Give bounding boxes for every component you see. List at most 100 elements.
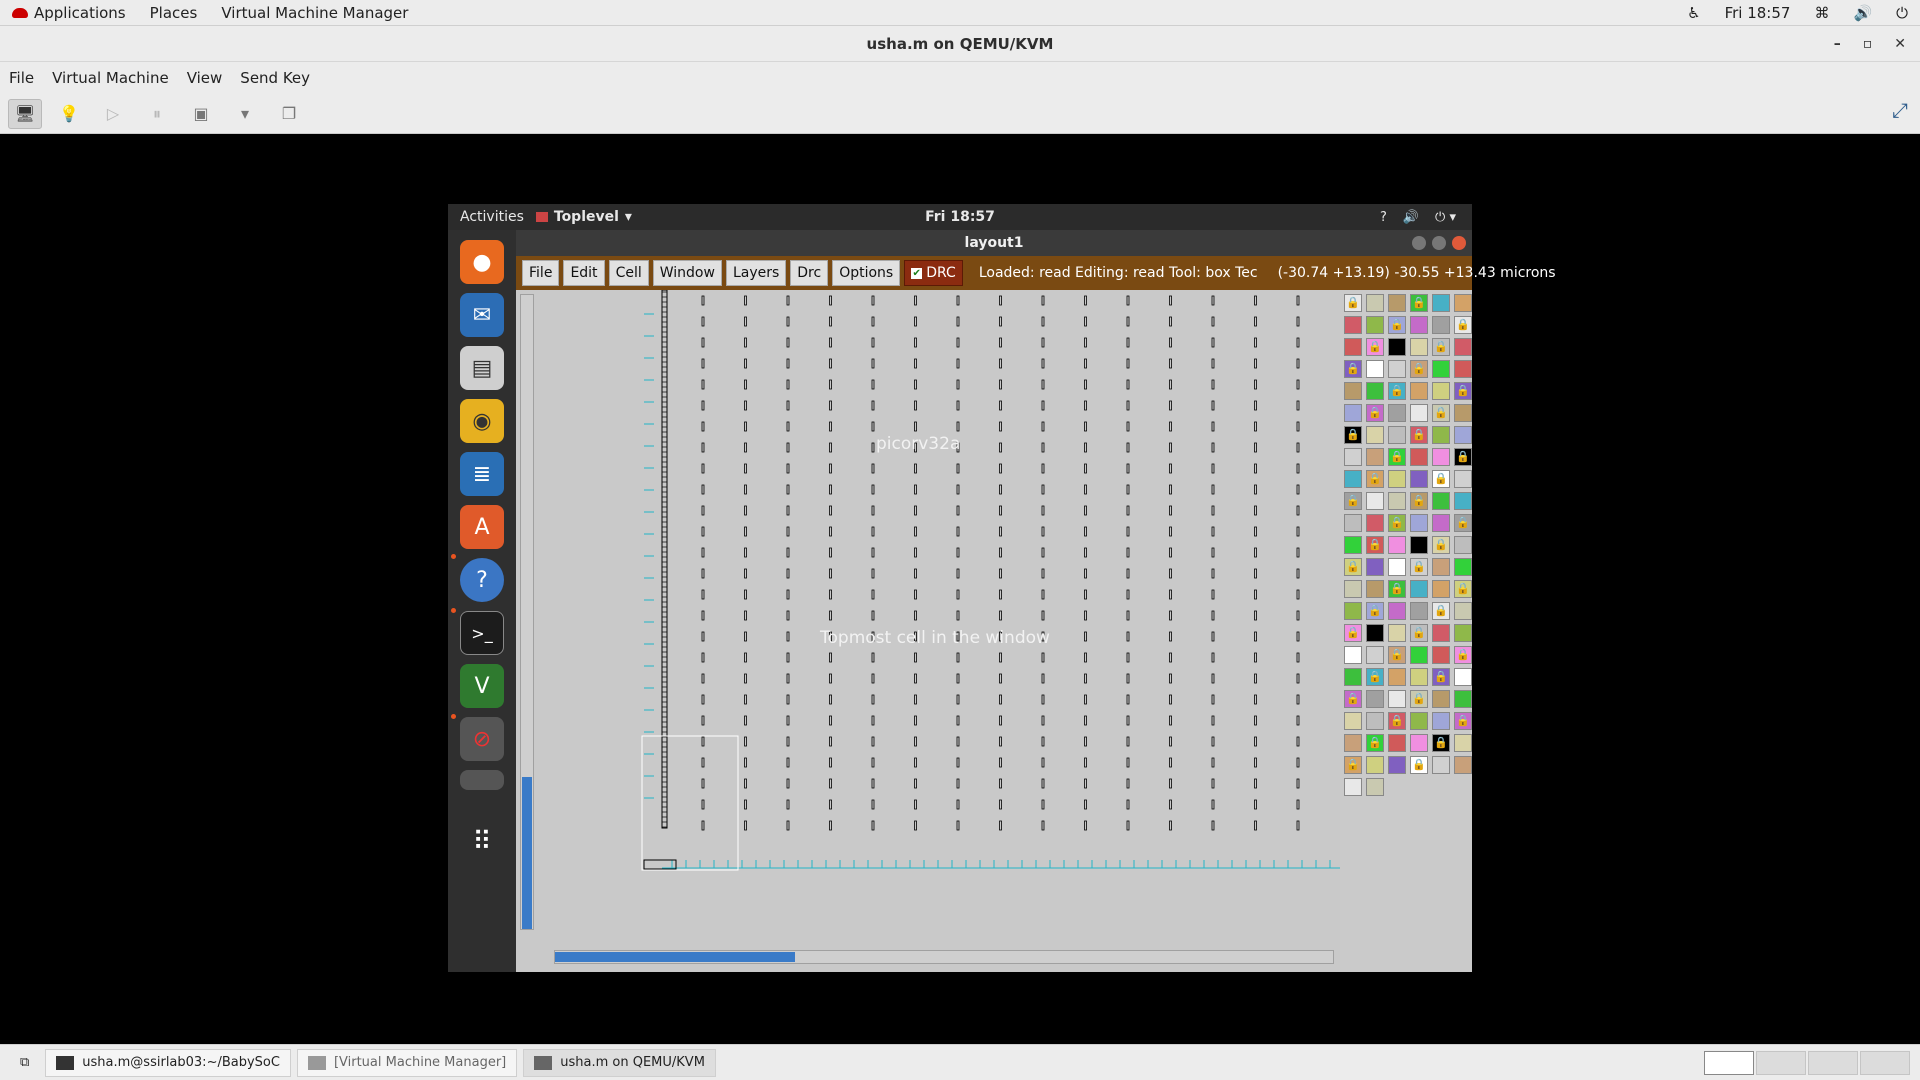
accessibility-icon[interactable]: ♿ — [1675, 4, 1712, 22]
layer-swatch[interactable] — [1432, 448, 1450, 466]
vm-menu-send-key[interactable]: Send Key — [231, 69, 319, 87]
layer-swatch[interactable] — [1454, 602, 1472, 620]
layer-swatch[interactable]: 🔒 — [1410, 294, 1428, 312]
layout-minimize-icon[interactable] — [1412, 236, 1426, 250]
layer-swatch[interactable] — [1432, 316, 1450, 334]
files-icon[interactable]: ▤ — [460, 346, 504, 390]
layer-swatch[interactable] — [1410, 404, 1428, 422]
layer-swatch[interactable] — [1454, 338, 1472, 356]
layer-swatch[interactable]: 🔒 — [1344, 624, 1362, 642]
layer-swatch[interactable] — [1388, 756, 1406, 774]
vm-menu-file[interactable]: File — [0, 69, 43, 87]
layer-swatch[interactable] — [1388, 426, 1406, 444]
layer-swatch[interactable]: 🔒 — [1366, 668, 1384, 686]
layer-swatch[interactable]: 🔒 — [1454, 316, 1472, 334]
help-app-icon[interactable]: ? — [460, 558, 504, 602]
drc-toggle[interactable]: ✔ DRC — [904, 260, 963, 286]
layer-swatch[interactable] — [1410, 712, 1428, 730]
layer-swatch[interactable] — [1366, 712, 1384, 730]
layer-swatch[interactable] — [1388, 624, 1406, 642]
layer-swatch[interactable] — [1454, 690, 1472, 708]
layer-swatch[interactable] — [1410, 470, 1428, 488]
layer-swatch[interactable] — [1388, 492, 1406, 510]
layer-swatch[interactable] — [1454, 756, 1472, 774]
taskbar-item-terminal[interactable]: usha.m@ssirlab03:~/BabySoC — [45, 1048, 291, 1077]
layer-swatch[interactable] — [1366, 360, 1384, 378]
layer-swatch[interactable] — [1344, 470, 1362, 488]
layer-swatch[interactable] — [1366, 492, 1384, 510]
layer-swatch[interactable]: 🔒 — [1432, 470, 1450, 488]
layer-swatch[interactable] — [1454, 492, 1472, 510]
layer-swatch[interactable] — [1454, 624, 1472, 642]
layer-swatch[interactable] — [1454, 294, 1472, 312]
power-icon[interactable]: ⏻ — [1884, 4, 1920, 22]
layer-swatch[interactable]: 🔒 — [1388, 316, 1406, 334]
writer-icon[interactable]: ≣ — [460, 452, 504, 496]
layer-swatch[interactable] — [1432, 646, 1450, 664]
layer-swatch[interactable]: 🔒 — [1344, 756, 1362, 774]
workspace-1[interactable] — [1704, 1050, 1754, 1075]
magic-menu-options[interactable]: Options — [832, 260, 901, 286]
layer-swatch[interactable]: 🔒 — [1454, 712, 1472, 730]
toplevel-menu[interactable]: Toplevel ▾ — [535, 209, 632, 225]
layer-swatch[interactable] — [1454, 668, 1472, 686]
layer-swatch[interactable]: 🔒 — [1432, 404, 1450, 422]
layer-swatch[interactable] — [1432, 492, 1450, 510]
layer-swatch[interactable]: 🔒 — [1366, 602, 1384, 620]
magic-menu-edit[interactable]: Edit — [563, 260, 605, 286]
layer-swatch[interactable] — [1410, 338, 1428, 356]
vm-menu-view[interactable]: View — [178, 69, 232, 87]
help-icon[interactable]: ? — [1380, 210, 1387, 225]
guest-clock[interactable]: Fri 18:57 — [925, 209, 995, 225]
layer-swatch[interactable] — [1410, 602, 1428, 620]
layer-swatch[interactable] — [1344, 778, 1362, 796]
layer-swatch[interactable]: 🔒 — [1454, 514, 1472, 532]
layer-swatch[interactable] — [1454, 404, 1472, 422]
layer-swatch[interactable] — [1432, 580, 1450, 598]
layer-swatch[interactable]: 🔒 — [1366, 734, 1384, 752]
layer-swatch[interactable]: 🔒 — [1366, 536, 1384, 554]
layer-swatch[interactable] — [1366, 756, 1384, 774]
thunderbird-icon[interactable]: ✉ — [460, 293, 504, 337]
layer-swatch[interactable] — [1454, 536, 1472, 554]
magic-menu-layers[interactable]: Layers — [725, 260, 787, 286]
layer-swatch[interactable]: 🔒 — [1388, 514, 1406, 532]
layer-swatch[interactable]: 🔒 — [1432, 668, 1450, 686]
layer-swatch[interactable] — [1388, 294, 1406, 312]
layer-swatch[interactable] — [1454, 470, 1472, 488]
layer-swatch[interactable] — [1388, 690, 1406, 708]
layer-swatch[interactable] — [1344, 338, 1362, 356]
layer-swatch[interactable]: 🔒 — [1388, 382, 1406, 400]
layer-swatch[interactable]: 🔒 — [1344, 558, 1362, 576]
layer-swatch[interactable]: 🔒 — [1366, 404, 1384, 422]
layer-swatch[interactable] — [1388, 536, 1406, 554]
magic-menu-drc[interactable]: Drc — [790, 260, 829, 286]
layer-swatch[interactable] — [1344, 316, 1362, 334]
layer-swatch[interactable] — [1388, 470, 1406, 488]
layer-swatch[interactable] — [1366, 580, 1384, 598]
fullscreen-icon[interactable]: ⤢ — [1892, 98, 1908, 122]
layer-swatch[interactable]: 🔒 — [1388, 712, 1406, 730]
magic-menu-window[interactable]: Window — [652, 260, 722, 286]
layer-swatch[interactable]: 🔒 — [1410, 624, 1428, 642]
layer-swatch[interactable] — [1344, 646, 1362, 664]
console-button[interactable]: 🖥 — [8, 98, 42, 129]
layer-swatch[interactable] — [1432, 360, 1450, 378]
layer-swatch[interactable]: 🔒 — [1454, 448, 1472, 466]
layout-maximize-icon[interactable] — [1432, 236, 1446, 250]
layer-swatch[interactable] — [1410, 316, 1428, 334]
guest-power-icon[interactable]: ⏻ ▾ — [1435, 210, 1456, 225]
volume-icon[interactable]: 🔊 — [1841, 4, 1884, 22]
layer-swatch[interactable]: 🔒 — [1410, 558, 1428, 576]
layer-swatch[interactable] — [1344, 382, 1362, 400]
layout-canvas[interactable]: picorv32a Topmost cell in the window — [536, 289, 1340, 946]
layer-swatch[interactable] — [1388, 734, 1406, 752]
vertical-scroll-thumb[interactable] — [522, 777, 532, 929]
layer-swatch[interactable] — [1366, 624, 1384, 642]
magic-menu-file[interactable]: File — [522, 260, 560, 286]
layer-swatch[interactable] — [1432, 294, 1450, 312]
workspace-4[interactable] — [1860, 1050, 1910, 1075]
layer-swatch[interactable] — [1344, 602, 1362, 620]
shutdown-dropdown-icon[interactable]: ▾ — [228, 99, 262, 129]
rhythmbox-icon[interactable]: ◉ — [460, 399, 504, 443]
